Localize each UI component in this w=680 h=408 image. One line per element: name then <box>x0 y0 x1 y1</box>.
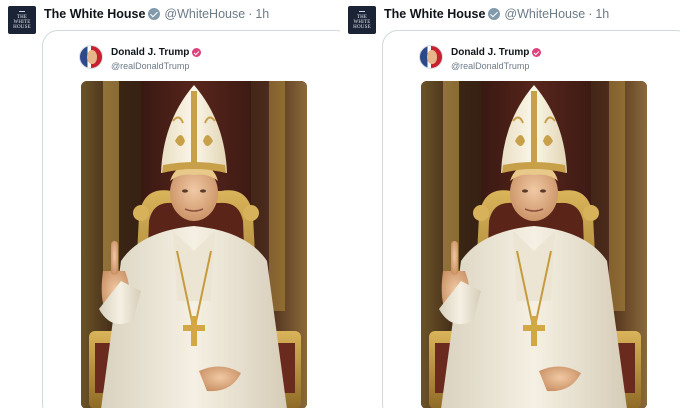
government-check-icon <box>148 8 161 20</box>
quoted-post-card[interactable]: Donald J. Trump @realDonaldTrump <box>382 30 680 408</box>
account-handle[interactable]: @WhiteHouse <box>504 7 585 21</box>
pope-portrait-image[interactable] <box>421 81 647 408</box>
seal-icon <box>359 10 365 14</box>
avatar-text-3: HOUSE <box>13 24 31 30</box>
tweet-header: The White House @WhiteHouse · 1h <box>44 6 269 22</box>
quoted-account-name[interactable]: Donald J. Trump <box>111 47 189 58</box>
post-time[interactable]: 1h <box>255 7 269 21</box>
separator-dot: · <box>248 7 253 21</box>
tweet-header: The White House @WhiteHouse · 1h <box>384 6 609 22</box>
tweet-panel-right: THE WHITE HOUSE The White House @WhiteHo… <box>340 0 680 408</box>
account-handle[interactable]: @WhiteHouse <box>164 7 245 21</box>
avatar-text-3: HOUSE <box>353 24 371 30</box>
account-name[interactable]: The White House <box>44 7 145 21</box>
account-name[interactable]: The White House <box>384 7 485 21</box>
quoted-post-card[interactable]: Donald J. Trump @realDonaldTrump <box>42 30 352 408</box>
quoted-post-header: Donald J. Trump @realDonaldTrump <box>79 45 339 75</box>
quoted-account-handle[interactable]: @realDonaldTrump <box>111 61 189 71</box>
quoted-account-name[interactable]: Donald J. Trump <box>451 47 529 58</box>
verified-check-icon <box>192 48 202 57</box>
white-house-avatar[interactable]: THE WHITE HOUSE <box>348 6 376 34</box>
verified-check-icon <box>532 48 542 57</box>
tweet-panel-left: THE WHITE HOUSE The White House @WhiteHo… <box>0 0 352 408</box>
quoted-account-handle[interactable]: @realDonaldTrump <box>451 61 529 71</box>
government-check-icon <box>488 8 501 20</box>
trump-avatar[interactable] <box>79 45 103 69</box>
separator-dot: · <box>588 7 593 21</box>
seal-icon <box>19 10 25 14</box>
trump-avatar[interactable] <box>419 45 443 69</box>
post-time[interactable]: 1h <box>595 7 609 21</box>
quoted-post-header: Donald J. Trump @realDonaldTrump <box>419 45 679 75</box>
pope-portrait-image[interactable] <box>81 81 307 408</box>
white-house-avatar[interactable]: THE WHITE HOUSE <box>8 6 36 34</box>
